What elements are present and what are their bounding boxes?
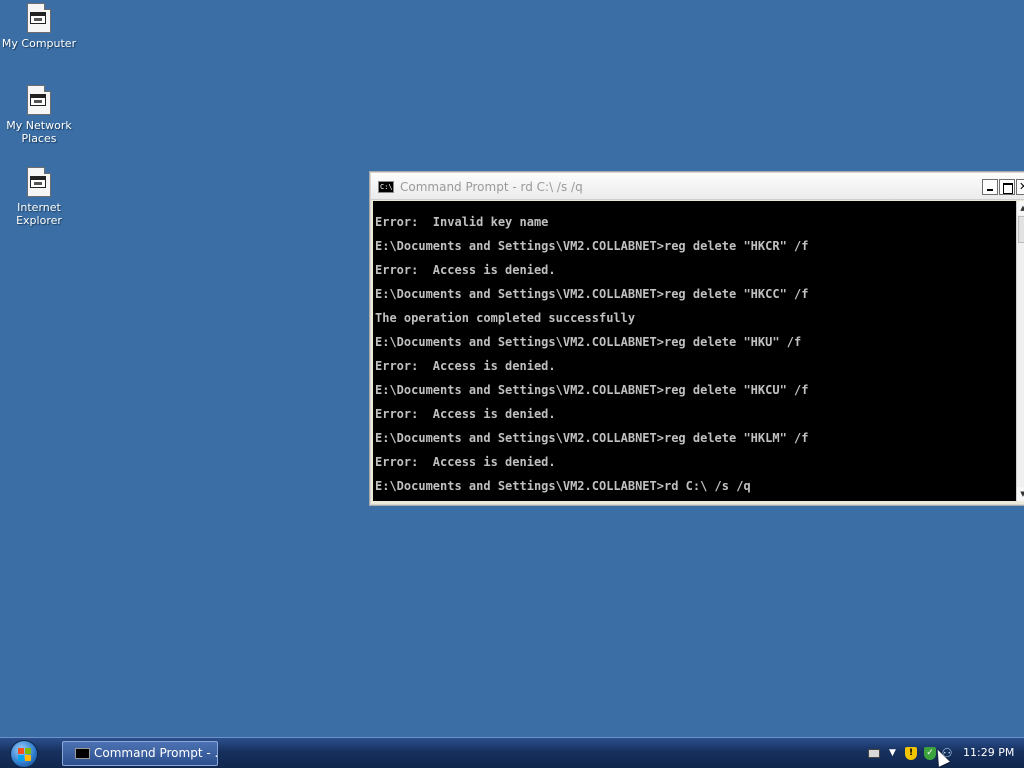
scroll-up-arrow-icon[interactable]: ▲ xyxy=(1017,201,1024,215)
my-computer-icon xyxy=(26,3,52,33)
console-current-command-line: E:\Documents and Settings\VM2.COLLABNET>… xyxy=(375,479,751,493)
close-button[interactable] xyxy=(1016,179,1024,195)
console-output[interactable]: Error: Invalid key name E:\Documents and… xyxy=(373,201,1016,501)
command-prompt-window[interactable]: C:\ Command Prompt - rd C:\ /s /q Error:… xyxy=(369,171,1024,506)
desktop-icon-my-computer[interactable]: My Computer xyxy=(0,3,78,50)
desktop-icon-label: My Network Places xyxy=(6,119,72,145)
vertical-scrollbar[interactable]: ▲ ▼ xyxy=(1016,201,1024,501)
maximize-button[interactable] xyxy=(999,179,1015,195)
console-line: E:\Documents and Settings\VM2.COLLABNET>… xyxy=(375,287,809,301)
console-line: The operation completed successfully xyxy=(375,311,636,325)
console-line: E:\Documents and Settings\VM2.COLLABNET>… xyxy=(375,383,809,397)
console-line: E:\Documents and Settings\VM2.COLLABNET>… xyxy=(375,239,809,253)
desktop-icon-label: My Computer xyxy=(1,37,77,50)
console-line: E:\Documents and Settings\VM2.COLLABNET>… xyxy=(375,431,809,445)
desktop-icon-my-network-places[interactable]: My Network Places xyxy=(0,85,78,145)
console-line: Error: Access is denied. xyxy=(375,263,556,277)
taskbar-button-label: Command Prompt - ... xyxy=(94,746,218,760)
command-prompt-icon xyxy=(75,748,90,759)
taskbar: Command Prompt - ... ▼ ! ✓ ⚇ 11:29 PM xyxy=(0,737,1024,768)
taskbar-button-command-prompt[interactable]: Command Prompt - ... xyxy=(62,741,218,766)
scroll-down-arrow-icon[interactable]: ▼ xyxy=(1017,487,1024,501)
desktop-icon-label: Internet Explorer xyxy=(16,201,62,227)
command-prompt-icon: C:\ xyxy=(378,181,394,193)
console-line: Error: Access is denied. xyxy=(375,407,556,421)
console-line: Error: Access is denied. xyxy=(375,455,556,469)
window-title: Command Prompt - rd C:\ /s /q xyxy=(400,180,583,194)
scrollbar-thumb[interactable] xyxy=(1018,216,1024,243)
security-shield-icon[interactable]: ! xyxy=(905,747,917,760)
taskbar-clock[interactable]: 11:29 PM xyxy=(963,746,1014,759)
show-hidden-icons-arrow-icon[interactable]: ▼ xyxy=(886,747,899,760)
keyboard-icon[interactable] xyxy=(868,749,880,758)
window-titlebar[interactable]: C:\ Command Prompt - rd C:\ /s /q xyxy=(371,173,1024,200)
console-line: E:\Documents and Settings\VM2.COLLABNET>… xyxy=(375,335,802,349)
console-line: Error: Access is denied. xyxy=(375,359,556,373)
windows-start-orb-icon[interactable] xyxy=(10,740,38,768)
console-line: Error: Invalid key name xyxy=(375,215,549,229)
minimize-button[interactable] xyxy=(982,179,998,195)
internet-explorer-icon xyxy=(26,167,52,197)
network-places-icon xyxy=(26,85,52,115)
desktop-icon-internet-explorer[interactable]: Internet Explorer xyxy=(0,167,78,227)
